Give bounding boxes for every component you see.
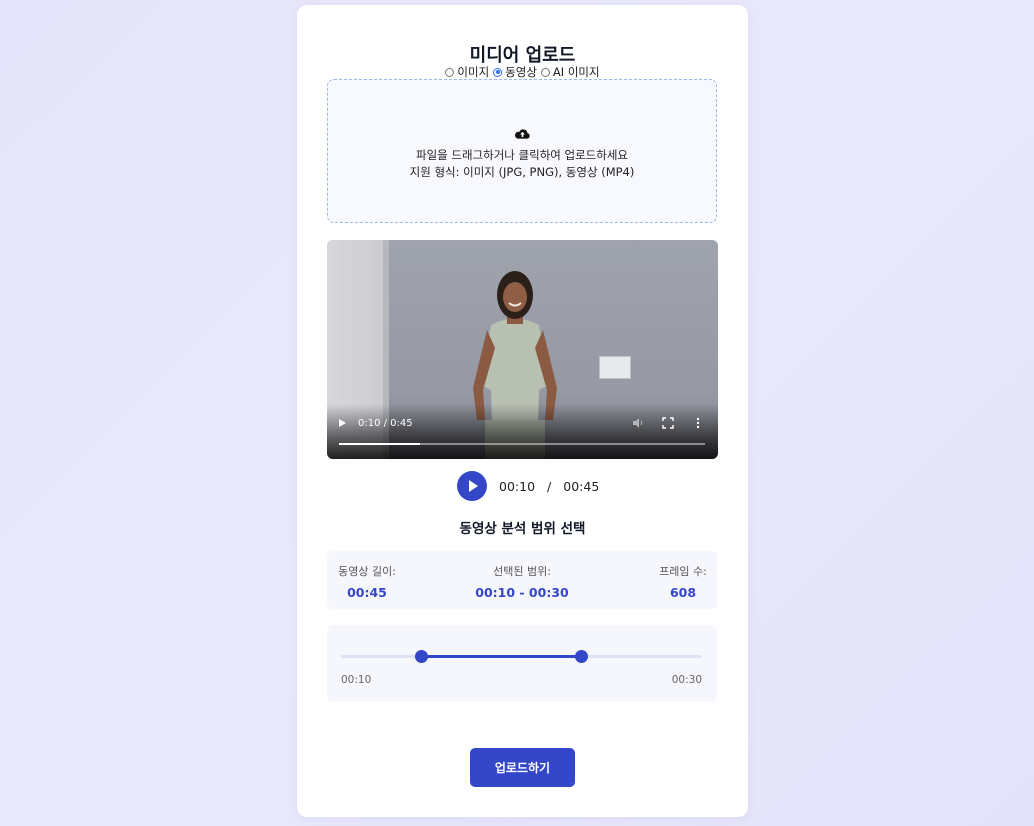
radio-video[interactable]: 동영상	[493, 64, 537, 80]
stat-duration: 동영상 길이: 00:45	[337, 563, 397, 600]
range-slider-box: 00:10 00:30	[327, 625, 717, 702]
radio-ai-image-label: AI 이미지	[552, 65, 600, 79]
radio-ai-image-control[interactable]	[540, 67, 550, 77]
file-dropzone[interactable]: 파일을 드래그하거나 클릭하여 업로드하세요 지원 형식: 이미지 (JPG, …	[327, 79, 717, 223]
upload-button[interactable]: 업로드하기	[470, 748, 575, 787]
play-button[interactable]	[457, 471, 487, 501]
video-time: 0:10 / 0:45	[358, 417, 413, 429]
range-end-handle[interactable]	[575, 650, 589, 663]
video-stats: 동영상 길이: 00:45 선택된 범위: 00:10 - 00:30 프레임 …	[327, 551, 717, 609]
stat-frame-count: 프레임 수: 608	[657, 563, 709, 600]
stat-range-label: 선택된 범위:	[493, 565, 551, 578]
more-options-icon[interactable]	[692, 417, 704, 429]
range-section-title: 동영상 분석 범위 선택	[459, 521, 586, 537]
radio-video-control[interactable]	[493, 67, 503, 77]
volume-icon[interactable]	[632, 417, 644, 429]
media-type-selector: 이미지 동영상 AI 이미지	[297, 64, 748, 80]
stat-duration-label: 동영상 길이:	[338, 565, 396, 578]
range-start-label: 00:10	[341, 674, 372, 686]
video-play-icon[interactable]	[339, 419, 346, 427]
range-end-label: 00:30	[671, 674, 702, 686]
video-preview[interactable]: 0:10 / 0:45	[327, 240, 718, 459]
video-progress-fill	[339, 443, 421, 445]
radio-image[interactable]: 이미지	[445, 64, 489, 80]
radio-ai-image[interactable]: AI 이미지	[540, 64, 600, 80]
cloud-upload-icon	[515, 129, 530, 139]
radio-image-label: 이미지	[457, 65, 490, 79]
video-progress-bar[interactable]	[339, 443, 705, 445]
dropzone-formats: 지원 형식: 이미지 (JPG, PNG), 동영상 (MP4)	[409, 165, 635, 179]
video-controls: 0:10 / 0:45	[339, 415, 704, 431]
range-start-handle[interactable]	[414, 650, 428, 663]
range-slider-track[interactable]	[341, 650, 702, 663]
radio-image-control[interactable]	[445, 67, 455, 77]
stat-frames-label: 프레임 수:	[659, 565, 707, 578]
dropzone-instruction: 파일을 드래그하거나 클릭하여 업로드하세요	[416, 148, 628, 162]
upload-card: 미디어 업로드 이미지 동영상 AI 이미지 파일을 드래그하거나 클릭하여 업…	[297, 5, 748, 817]
stat-duration-value: 00:45	[347, 585, 387, 600]
total-time: 00:45	[563, 478, 600, 494]
fullscreen-icon[interactable]	[662, 417, 674, 429]
stat-range-value: 00:10 - 00:30	[475, 585, 569, 600]
range-slider-fill	[421, 655, 582, 658]
stat-frames-value: 608	[669, 585, 697, 600]
custom-player: 00:10 / 00:45	[457, 471, 599, 501]
time-separator: /	[547, 478, 552, 494]
stat-selected-range: 선택된 범위: 00:10 - 00:30	[472, 563, 572, 600]
current-time: 00:10	[499, 478, 536, 494]
radio-video-label: 동영상	[505, 65, 537, 79]
